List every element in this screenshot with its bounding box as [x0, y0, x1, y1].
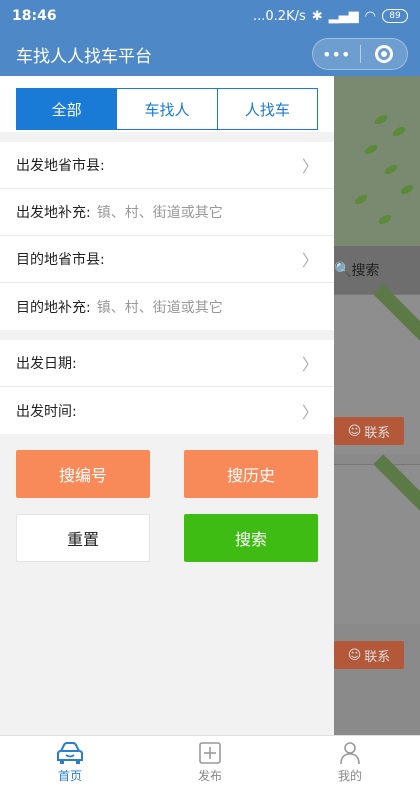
- leaf-decoration: [383, 162, 399, 177]
- search-by-number-button[interactable]: 搜编号: [16, 450, 150, 498]
- net-speed: ...0.2K/s: [253, 8, 306, 24]
- status-bar: 18:46 ...0.2K/s ✱ ▂▄▆ ◠ 89: [0, 0, 420, 32]
- departure-region-select[interactable]: 出发地省市县: 〉: [0, 142, 334, 189]
- tab-passenger-seeks-car[interactable]: 人找车: [217, 89, 317, 129]
- type-tabs: 全部 车找人 人找车: [16, 88, 318, 130]
- bottom-tab-bar: 首页 发布 我的: [0, 735, 420, 789]
- departure-time-select[interactable]: 出发时间: 〉: [0, 387, 334, 434]
- bg-search-label: 搜索: [351, 263, 380, 279]
- tab-car-seeks-passenger[interactable]: 车找人: [117, 89, 218, 129]
- search-button[interactable]: 搜索: [184, 514, 318, 562]
- destination-detail-row: 目的地补充: 镇、村、街道或其它: [0, 283, 334, 330]
- more-dots-icon: •••: [322, 44, 351, 64]
- tab-publish-label: 发布: [197, 769, 222, 783]
- departure-date-select[interactable]: 出发日期: 〉: [0, 340, 334, 387]
- chevron-right-icon: 〉: [301, 402, 318, 422]
- chevron-right-icon: 〉: [301, 251, 318, 270]
- close-circle-icon: [374, 45, 393, 63]
- close-program-button[interactable]: [361, 39, 408, 69]
- leaf-decoration: [399, 182, 415, 197]
- destination-region-select[interactable]: 目的地省市县: 〉: [0, 236, 334, 283]
- leaf-decoration: [391, 124, 407, 139]
- status-ribbon: [373, 454, 420, 514]
- destination-detail-label: 目的地补充:: [16, 299, 91, 316]
- signal-icon: ▂▄▆: [328, 8, 359, 24]
- tab-home[interactable]: 首页: [0, 736, 140, 789]
- reset-button[interactable]: 重置: [16, 514, 150, 562]
- departure-detail-label: 出发地补充:: [16, 205, 91, 221]
- search-icon: 🔍: [334, 262, 352, 278]
- time-group: 出发日期: 〉 出发时间: 〉: [0, 340, 334, 434]
- departure-date-label: 出发日期:: [16, 356, 77, 372]
- location-group: 出发地省市县: 〉 出发地补充: 镇、村、街道或其它 目的地省市县: 〉 目的地…: [0, 142, 334, 330]
- type-tabs-container: 全部 车找人 人找车: [0, 76, 334, 132]
- search-history-button[interactable]: 搜历史: [184, 450, 318, 498]
- leaf-decoration: [373, 112, 389, 127]
- leaf-decoration: [363, 142, 379, 157]
- bg-contact-label: 联系: [364, 425, 391, 441]
- app-title: 车找人人找车平台: [16, 46, 152, 67]
- departure-detail-row: 出发地补充: 镇、村、街道或其它: [0, 189, 334, 236]
- bg-search-bar: 🔍 搜索: [334, 246, 420, 294]
- leaf-decoration: [353, 192, 369, 207]
- plus-square-icon: [199, 742, 221, 764]
- chevron-right-icon: 〉: [301, 157, 318, 176]
- banner-image: [334, 76, 420, 246]
- background-page[interactable]: 🔍 搜索 ☺ 联系 ☺ 联系: [334, 76, 420, 735]
- user-icon: [340, 742, 360, 765]
- tab-mine[interactable]: 我的: [280, 736, 420, 789]
- bg-trip-card: ☺ 联系: [334, 454, 420, 669]
- action-buttons: 搜编号 搜历史 重置 搜索: [0, 434, 334, 578]
- filter-drawer: 全部 车找人 人找车 出发地省市县: 〉 出发地补充: 镇、村、街道或其它 目的…: [0, 76, 334, 735]
- bg-contact-button: ☺ 联系: [334, 641, 404, 669]
- chevron-right-icon: 〉: [301, 355, 318, 374]
- destination-detail-input[interactable]: 镇、村、街道或其它: [97, 297, 223, 317]
- tab-home-label: 首页: [57, 769, 82, 783]
- nav-bar: 车找人人找车平台 •••: [0, 32, 420, 76]
- more-menu-button[interactable]: •••: [313, 39, 360, 69]
- tab-mine-label: 我的: [337, 769, 362, 783]
- car-icon: [57, 742, 83, 764]
- mini-program-capsule: •••: [312, 38, 408, 70]
- departure-time-label: 出发时间:: [16, 403, 77, 420]
- battery-icon: 89: [382, 9, 408, 23]
- bluetooth-icon: ✱: [311, 8, 323, 24]
- departure-region-label: 出发地省市县:: [16, 158, 105, 174]
- wifi-icon: ◠: [364, 8, 376, 24]
- departure-detail-input[interactable]: 镇、村、街道或其它: [97, 202, 223, 222]
- chat-icon: ☺: [347, 647, 362, 663]
- leaf-decoration: [377, 212, 393, 227]
- status-ribbon: [373, 284, 420, 344]
- chat-icon: ☺: [347, 423, 362, 439]
- tab-publish[interactable]: 发布: [140, 736, 280, 789]
- bg-contact-button: ☺ 联系: [334, 417, 404, 445]
- bg-trip-card: ☺ 联系: [334, 284, 420, 454]
- status-indicators: ...0.2K/s ✱ ▂▄▆ ◠ 89: [253, 9, 408, 24]
- bg-contact-label: 联系: [364, 649, 391, 665]
- destination-region-label: 目的地省市县:: [16, 252, 105, 268]
- status-time: 18:46: [12, 8, 57, 24]
- tab-all[interactable]: 全部: [17, 89, 118, 129]
